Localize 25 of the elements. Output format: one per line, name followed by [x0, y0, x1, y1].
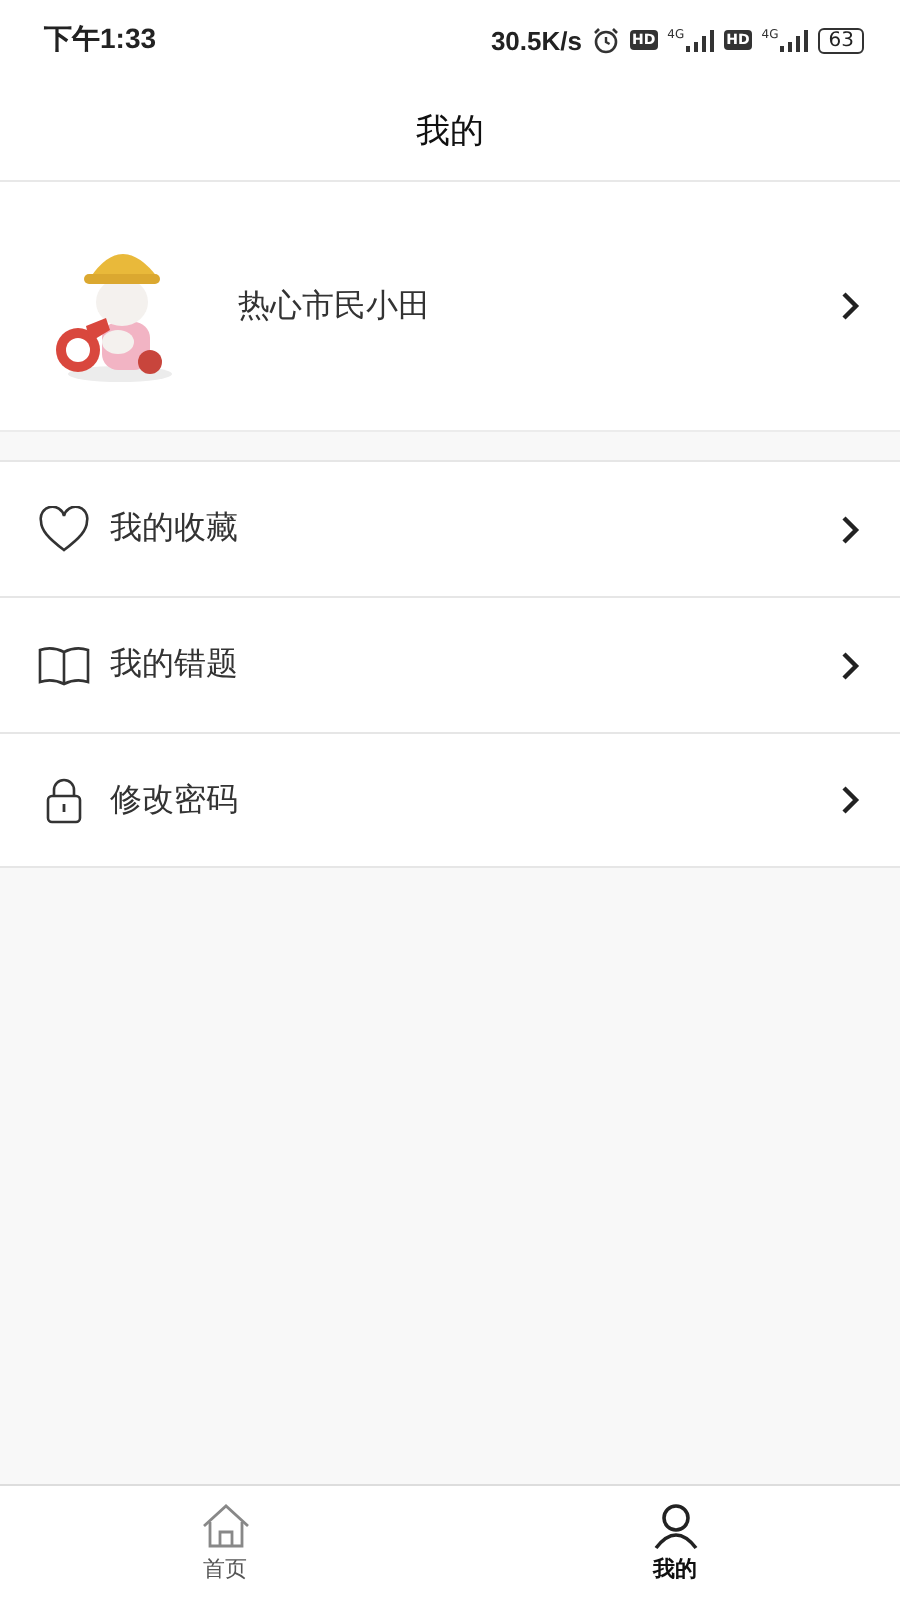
menu-label: 修改密码 — [110, 779, 240, 821]
chevron-right-icon — [840, 649, 860, 681]
alarm-icon — [591, 26, 620, 54]
menu-item[interactable]: 我的错题 — [0, 596, 900, 732]
chevron-right-icon — [840, 513, 860, 545]
menu-label: 我的收藏 — [110, 508, 240, 550]
chevron-right-icon — [840, 784, 860, 816]
home-icon — [199, 1502, 251, 1550]
menu-item[interactable]: 我的收藏 — [0, 460, 900, 596]
menu-item[interactable]: 修改密码 — [0, 732, 900, 868]
signal-icon — [780, 29, 809, 51]
menu-label: 我的错题 — [110, 644, 240, 686]
user-name: 热心市民小田 — [238, 285, 432, 327]
network-speed: 30.5K/s — [490, 25, 582, 55]
battery-indicator: 63 — [818, 27, 864, 53]
heart-icon — [38, 505, 90, 553]
chevron-right-icon — [840, 290, 860, 322]
nav-tab[interactable]: 我的 — [450, 1486, 900, 1600]
signal-icon — [686, 29, 715, 51]
nav-tab[interactable]: 首页 — [0, 1486, 450, 1600]
status-time: 下午1:33 — [44, 22, 157, 58]
person-icon — [649, 1502, 701, 1550]
profile-row[interactable]: 热心市民小田 — [0, 182, 900, 430]
page-title: 我的 — [416, 109, 484, 153]
book-icon — [38, 641, 90, 689]
